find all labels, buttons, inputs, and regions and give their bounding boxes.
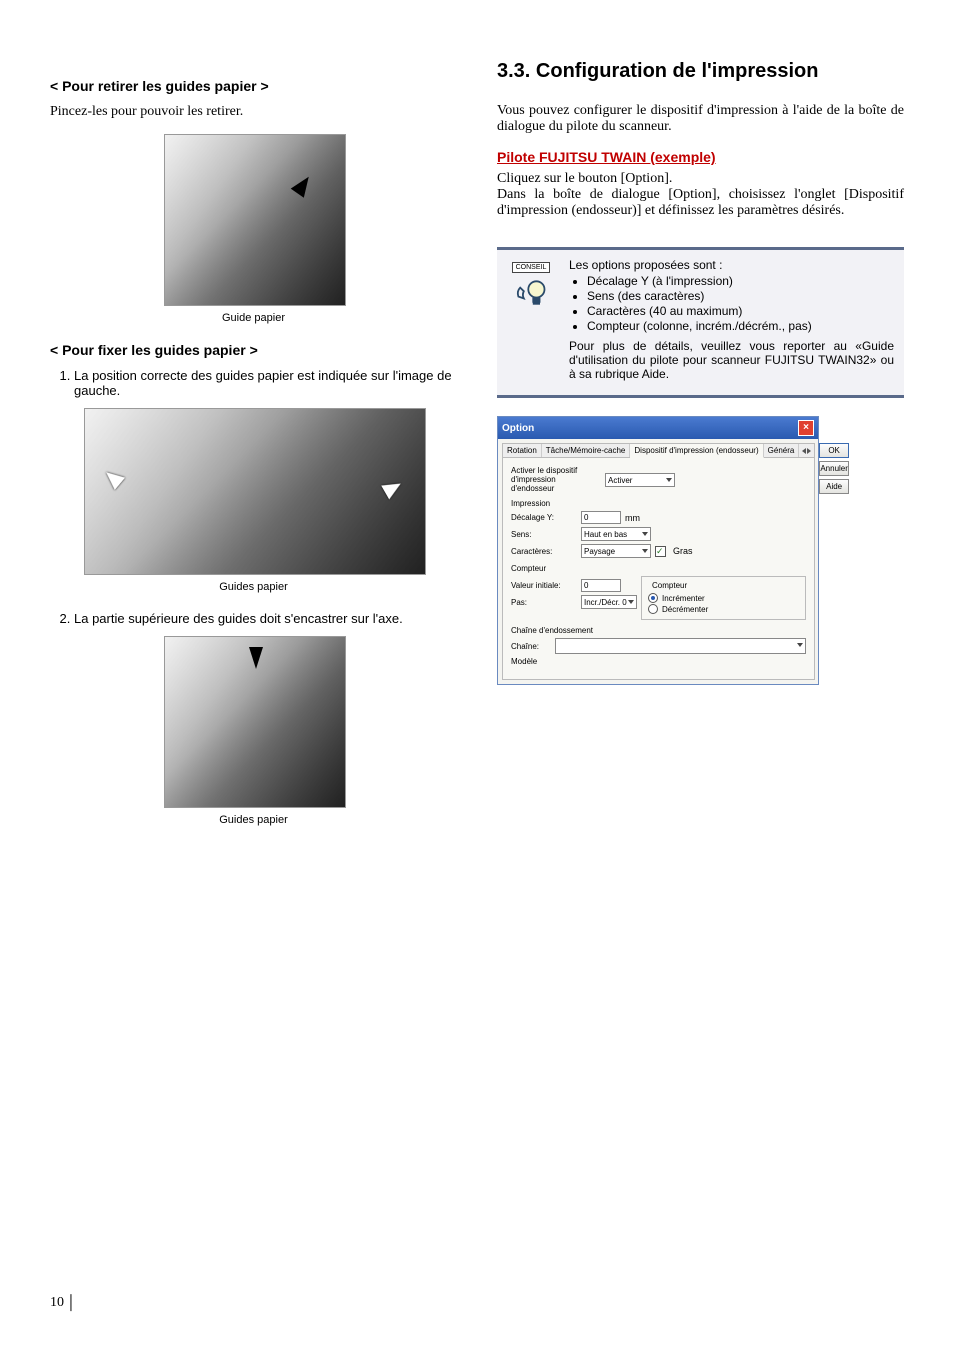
- counter-group-title: Compteur: [511, 564, 806, 573]
- step-1: La position correcte des guides papier e…: [74, 368, 457, 398]
- tip-list: Décalage Y (à l'impression) Sens (des ca…: [569, 274, 894, 333]
- initial-value-input[interactable]: 0: [581, 579, 621, 592]
- remove-instruction: Pincez-les pour pouvoir les retirer.: [50, 104, 457, 120]
- offset-y-unit: mm: [625, 513, 640, 523]
- tab-cache[interactable]: Tâche/Mémoire-cache: [542, 444, 631, 457]
- characters-select[interactable]: Paysage: [581, 544, 651, 558]
- dialog-titlebar: Option ×: [498, 417, 818, 439]
- radio-decrement[interactable]: Décrémenter: [648, 604, 799, 614]
- string-select[interactable]: [555, 638, 806, 654]
- heading-remove-guides: < Pour retirer les guides papier >: [50, 78, 457, 94]
- caption-guides-papier-2: Guides papier: [50, 581, 457, 593]
- endorse-string-title: Chaîne d'endossement: [511, 626, 806, 635]
- right-column: 3.3. Configuration de l'impression Vous …: [497, 60, 904, 844]
- bold-checkbox[interactable]: [655, 546, 666, 557]
- offset-y-input[interactable]: 0: [581, 511, 621, 524]
- radio-increment[interactable]: Incrémenter: [648, 593, 799, 603]
- section-title: 3.3. Configuration de l'impression: [497, 60, 904, 83]
- direction-select[interactable]: Haut en bas: [581, 527, 651, 541]
- tab-general[interactable]: Généra: [764, 444, 800, 457]
- initial-value-label: Valeur initiale:: [511, 581, 577, 590]
- driver-instruction-1: Cliquez sur le bouton [Option].: [497, 171, 904, 187]
- enable-imprinter-label: Activer le dispositif d'impression d'end…: [511, 467, 601, 493]
- characters-label: Caractères:: [511, 547, 577, 556]
- counter-legend: Compteur: [650, 581, 689, 590]
- intro-paragraph: Vous pouvez configurer le dispositif d'i…: [497, 103, 904, 135]
- dialog-side-buttons: OK Annuler Aide: [819, 443, 849, 680]
- close-icon[interactable]: ×: [798, 420, 814, 436]
- help-button[interactable]: Aide: [819, 479, 849, 494]
- left-column: < Pour retirer les guides papier > Pince…: [50, 60, 457, 844]
- tip-box: CONSEIL Les options proposées sont : Déc…: [497, 247, 904, 398]
- offset-y-label: Décalage Y:: [511, 513, 577, 522]
- radio-increment-label: Incrémenter: [662, 594, 705, 603]
- radio-icon: [648, 604, 658, 614]
- dialog-tabs: Rotation Tâche/Mémoire-cache Dispositif …: [503, 444, 814, 458]
- radio-decrement-label: Décrémenter: [662, 605, 708, 614]
- tip-item: Compteur (colonne, incrém./décrém., pas): [587, 319, 894, 333]
- model-label: Modèle: [511, 657, 551, 666]
- figure-correct-position: [84, 408, 426, 575]
- impression-group: Impression: [511, 499, 806, 508]
- bold-label: Gras: [673, 546, 693, 556]
- caption-guides-papier-3: Guides papier: [50, 814, 457, 826]
- step-2: La partie supérieure des guides doit s'e…: [74, 611, 457, 626]
- dialog-title: Option: [502, 423, 534, 434]
- counter-fieldset: Compteur Incrémenter Décrémenter: [641, 576, 806, 620]
- tip-label: CONSEIL: [512, 262, 551, 273]
- fix-guides-steps-2: La partie supérieure des guides doit s'e…: [50, 611, 457, 626]
- page-number: 10│: [50, 1295, 76, 1311]
- tab-imprinter[interactable]: Dispositif d'impression (endosseur): [630, 444, 763, 458]
- chevron-right-icon[interactable]: [807, 448, 811, 454]
- string-label: Chaîne:: [511, 642, 551, 651]
- tip-item: Décalage Y (à l'impression): [587, 274, 894, 288]
- driver-instruction-2: Dans la boîte de dialogue [Option], choi…: [497, 187, 904, 219]
- tip-more: Pour plus de détails, veuillez vous repo…: [569, 339, 894, 381]
- tab-scroll[interactable]: [799, 444, 814, 457]
- fix-guides-steps: La position correcte des guides papier e…: [50, 368, 457, 398]
- step-label: Pas:: [511, 598, 577, 607]
- caption-guide-papier-1: Guide papier: [50, 312, 457, 324]
- direction-label: Sens:: [511, 530, 577, 539]
- ok-button[interactable]: OK: [819, 443, 849, 458]
- tip-body: Les options proposées sont : Décalage Y …: [569, 258, 894, 385]
- enable-imprinter-select[interactable]: Activer: [605, 473, 675, 487]
- tab-rotation[interactable]: Rotation: [503, 444, 542, 457]
- step-select[interactable]: Incr./Décr. 0: [581, 595, 637, 609]
- figure-attach-on-axis: [164, 636, 346, 808]
- tip-item: Caractères (40 au maximum): [587, 304, 894, 318]
- tip-intro: Les options proposées sont :: [569, 258, 722, 272]
- lightbulb-icon: [511, 275, 551, 311]
- chevron-left-icon[interactable]: [802, 448, 806, 454]
- radio-icon: [648, 593, 658, 603]
- heading-fix-guides: < Pour fixer les guides papier >: [50, 342, 457, 358]
- cancel-button[interactable]: Annuler: [819, 461, 849, 476]
- tip-icon-area: CONSEIL: [503, 258, 559, 385]
- option-dialog: Option × Rotation Tâche/Mémoire-cache Di…: [497, 416, 819, 685]
- driver-heading: Pilote FUJITSU TWAIN (exemple): [497, 149, 904, 165]
- figure-remove-guides: [164, 134, 346, 306]
- tip-item: Sens (des caractères): [587, 289, 894, 303]
